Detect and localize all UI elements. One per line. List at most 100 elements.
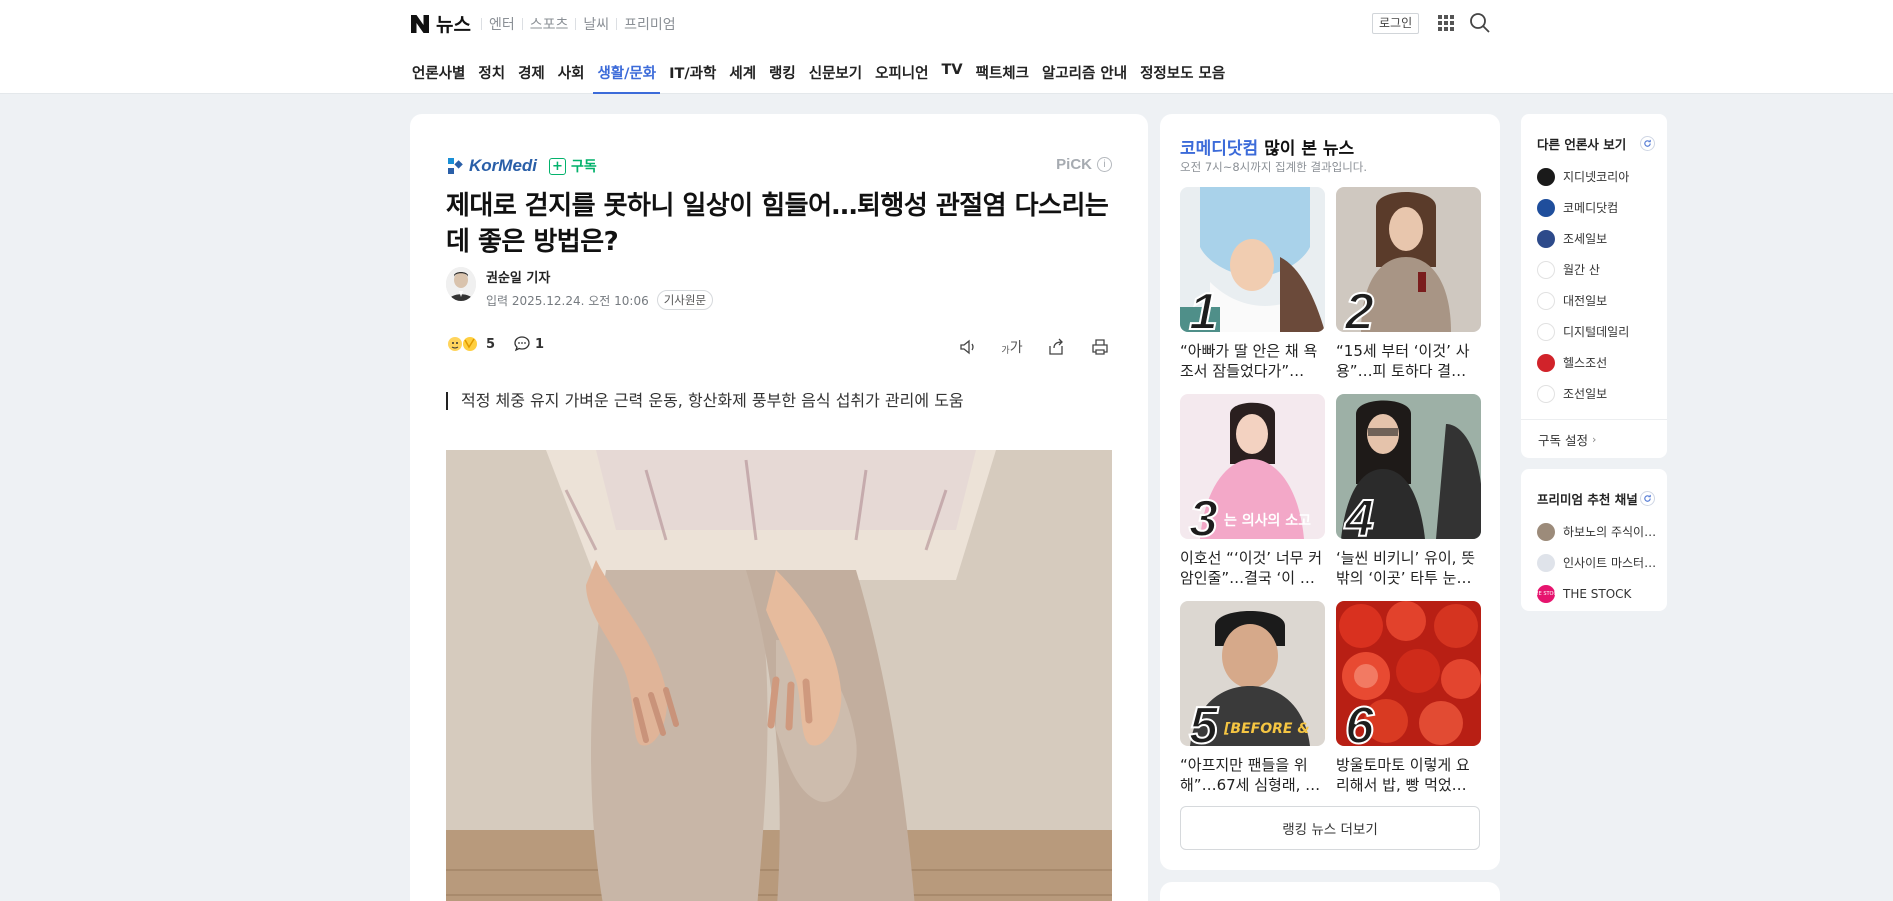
- nav-item-society[interactable]: 사회: [554, 58, 594, 94]
- press-item[interactable]: 월간 산: [1537, 254, 1667, 285]
- reaction-emoji-icon[interactable]: [446, 335, 482, 353]
- share-icon[interactable]: [1044, 336, 1068, 358]
- press-item-label: 디지털데일리: [1563, 325, 1630, 339]
- nav-item-life-culture[interactable]: 생활/문화: [593, 58, 665, 94]
- ranking-item[interactable]: 4 ‘늘씬 비키니’ 유이, 뜻밖의 ‘이곳’ 타투 눈…: [1336, 394, 1481, 601]
- press-item[interactable]: 조선일보: [1537, 378, 1667, 409]
- reporter-name[interactable]: 권순일 기자: [486, 267, 713, 286]
- press-logo-icon: [1537, 167, 1555, 186]
- rank-number: 5: [1188, 697, 1219, 746]
- nav-item-factcheck[interactable]: 팩트체크: [972, 58, 1038, 94]
- kormedi-mark-icon: [448, 158, 463, 174]
- nav-item-corrections[interactable]: 정정보도 모음: [1136, 58, 1234, 94]
- original-article-button[interactable]: 기사원문: [656, 290, 714, 310]
- naver-logo-icon[interactable]: [409, 13, 431, 35]
- press-logo-icon: [1537, 229, 1555, 248]
- rank-number: 1: [1188, 283, 1219, 332]
- search-icon[interactable]: [1469, 12, 1491, 34]
- ranking-subtitle: 오전 7시~8시까지 집계한 결과입니다.: [1180, 160, 1368, 174]
- service-link-sports[interactable]: 스포츠: [523, 14, 576, 34]
- ranking-title[interactable]: 코메디닷컴 많이 본 뉴스: [1180, 134, 1354, 159]
- reporter-avatar[interactable]: [446, 267, 476, 301]
- top-header: 뉴스 엔터 스포츠 날씨 프리미엄 로그인 언론사별 정치 경제 사회 생활/문…: [0, 0, 1893, 94]
- other-press-title: 다른 언론사 보기: [1537, 137, 1627, 152]
- ranking-headline: “아프지만 팬들을 위해”…67세 심형래, …: [1180, 756, 1321, 794]
- apps-grid-icon[interactable]: [1436, 13, 1456, 33]
- press-logo-icon: [1537, 353, 1555, 372]
- subscribe-settings-label: 구독 설정: [1538, 432, 1588, 448]
- ranking-more-button[interactable]: 랭킹 뉴스 더보기: [1180, 806, 1480, 850]
- info-icon[interactable]: i: [1097, 157, 1112, 172]
- press-item[interactable]: 코메디닷컴: [1537, 192, 1667, 223]
- ranking-grid: 1 “아빠가 딸 안은 채 욕조서 잠들었다가”… 2 “15세 부터 ‘이것’…: [1180, 187, 1481, 808]
- nav-item-world[interactable]: 세계: [725, 58, 765, 94]
- subscribe-button[interactable]: + 구독: [549, 156, 597, 176]
- rank-number: 4: [1344, 490, 1375, 539]
- premium-channel-card: 프리미엄 추천 채널 하보노의 주식이… 인사이트 마스터… THE STOCK…: [1521, 469, 1667, 611]
- plus-icon: +: [549, 157, 566, 175]
- subscribe-settings-link[interactable]: 구독 설정 ›: [1521, 419, 1667, 458]
- ranking-item[interactable]: [BEFORE & 5 “아프지만 팬들을 위해”…67세 심형래, …: [1180, 601, 1325, 808]
- service-link-entertainment[interactable]: 엔터: [482, 14, 522, 34]
- press-item[interactable]: 헬스조선: [1537, 347, 1667, 378]
- refresh-icon[interactable]: [1640, 491, 1655, 506]
- press-logo-icon: [1537, 198, 1555, 217]
- ranking-headline: 방울토마토 이렇게 요리해서 밥, 빵 먹었…: [1336, 756, 1470, 794]
- press-item[interactable]: 지디넷코리아: [1537, 161, 1667, 192]
- news-home-link[interactable]: 뉴스: [436, 10, 471, 37]
- premium-item[interactable]: THE STOCKTHE STOCK: [1537, 578, 1667, 609]
- nav-item-opinion[interactable]: 오피니언: [871, 58, 937, 94]
- nav-item-politics[interactable]: 정치: [474, 58, 514, 94]
- print-icon[interactable]: [1088, 336, 1112, 358]
- press-logo-icon: [1537, 291, 1555, 310]
- nav-item-tv[interactable]: TV: [937, 58, 971, 94]
- font-size-button[interactable]: 가 가: [1000, 336, 1024, 358]
- ranking-thumbnail: 4: [1336, 394, 1481, 539]
- speaker-icon[interactable]: [956, 336, 980, 358]
- rank-number: 6: [1344, 697, 1375, 746]
- press-logo-icon: [1537, 260, 1555, 279]
- ranking-item[interactable]: 는 의사의 소고 3 이호선 “‘이것’ 너무 커 암인줄”…결국 ‘이 …: [1180, 394, 1325, 601]
- service-link-premium[interactable]: 프리미엄: [617, 14, 683, 34]
- next-card: [1160, 882, 1500, 901]
- press-item[interactable]: 디지털데일리: [1537, 316, 1667, 347]
- service-link-weather[interactable]: 날씨: [576, 14, 616, 34]
- nav-item-algorithm[interactable]: 알고리즘 안내: [1038, 58, 1136, 94]
- login-button[interactable]: 로그인: [1372, 13, 1420, 34]
- premium-item[interactable]: 인사이트 마스터…: [1537, 547, 1667, 578]
- ranking-press-name: 코메디닷컴: [1180, 139, 1259, 159]
- premium-item[interactable]: 하보노의 주식이…: [1537, 516, 1667, 547]
- nav-item-newspaper[interactable]: 신문보기: [805, 58, 871, 94]
- ranking-headline: ‘늘씬 비키니’ 유이, 뜻밖의 ‘이곳’ 타투 눈…: [1336, 549, 1476, 587]
- ranking-item[interactable]: 1 “아빠가 딸 안은 채 욕조서 잠들었다가”…: [1180, 187, 1325, 394]
- nav-item-economy[interactable]: 경제: [514, 58, 554, 94]
- premium-item-label: 인사이트 마스터…: [1563, 556, 1657, 570]
- nav-item-it-science[interactable]: IT/과학: [665, 58, 725, 94]
- press-item[interactable]: 대전일보: [1537, 285, 1667, 316]
- press-logo-icon: [1537, 322, 1555, 341]
- premium-item-label: 하보노의 주식이…: [1563, 525, 1657, 539]
- press-logo[interactable]: KorMedi: [446, 156, 537, 176]
- press-item-label: 코메디닷컴: [1563, 201, 1619, 215]
- rank-number: 3: [1188, 490, 1219, 539]
- article-tools: 가 가: [936, 336, 1112, 358]
- nav-item-press[interactable]: 언론사별: [408, 58, 474, 94]
- category-nav: 언론사별 정치 경제 사회 생활/문화 IT/과학 세계 랭킹 신문보기 오피니…: [408, 58, 1234, 94]
- ranking-title-suffix: 많이 본 뉴스: [1258, 139, 1355, 159]
- font-size-small-icon: 가: [1001, 345, 1010, 356]
- ranking-headline: 이호선 “‘이것’ 너무 커 암인줄”…결국 ‘이 …: [1180, 549, 1323, 587]
- nav-item-ranking[interactable]: 랭킹: [765, 58, 805, 94]
- press-item[interactable]: 조세일보: [1537, 223, 1667, 254]
- ranking-item[interactable]: 6 방울토마토 이렇게 요리해서 밥, 빵 먹었…: [1336, 601, 1481, 808]
- comment-button[interactable]: 1: [513, 335, 544, 353]
- ranking-headline: “15세 부터 ‘이것’ 사용”…피 토하다 결…: [1336, 342, 1470, 380]
- service-links: 엔터 스포츠 날씨 프리미엄: [480, 14, 683, 34]
- premium-item-label: THE STOCK: [1563, 586, 1632, 601]
- article-photo[interactable]: [446, 450, 1112, 901]
- channel-avatar: [1537, 553, 1555, 572]
- ranking-thumbnail: 는 의사의 소고 3: [1180, 394, 1325, 539]
- ranking-item[interactable]: 2 “15세 부터 ‘이것’ 사용”…피 토하다 결…: [1336, 187, 1481, 394]
- pick-label: PiCK: [1056, 156, 1092, 173]
- refresh-icon[interactable]: [1640, 136, 1655, 151]
- subscribe-label: 구독: [571, 159, 597, 175]
